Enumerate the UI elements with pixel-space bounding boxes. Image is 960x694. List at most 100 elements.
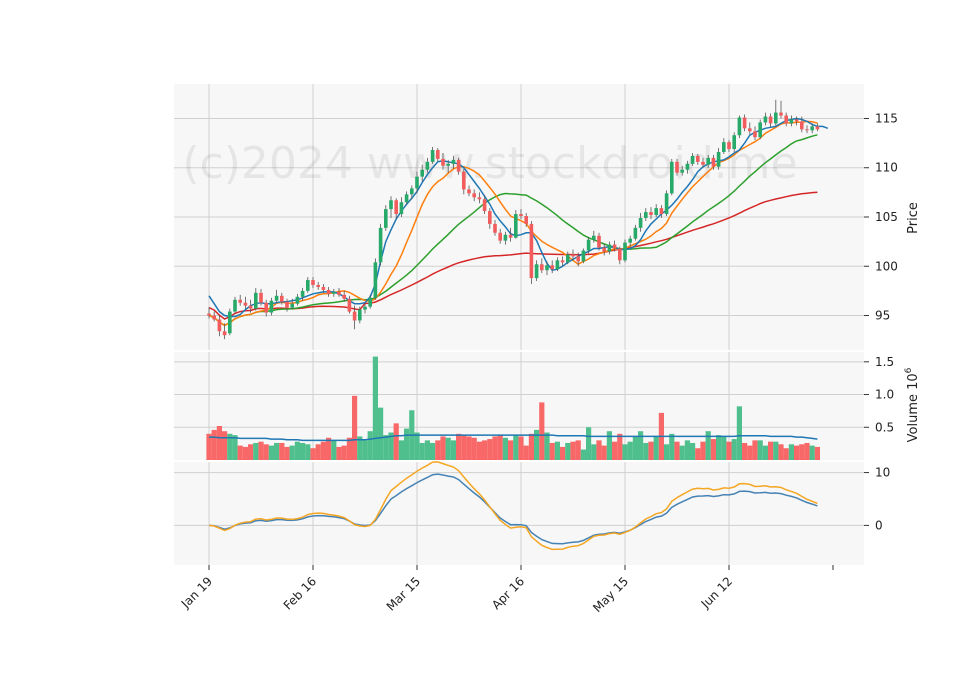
volume-bar (726, 441, 732, 460)
volume-bar (419, 442, 425, 460)
volume-bar (794, 445, 800, 460)
volume-bar (549, 442, 555, 460)
volume-bar (684, 440, 690, 460)
volume-bar (768, 441, 774, 460)
volume-bar (664, 444, 670, 460)
volume-bar (232, 435, 238, 460)
volume-bar (679, 445, 685, 460)
volume-bar (617, 433, 623, 460)
candle-body (488, 211, 492, 224)
candle-body (800, 121, 804, 130)
candle-body (815, 126, 820, 130)
volume-bar (627, 441, 633, 460)
volume-bar (430, 442, 436, 460)
volume-bar (757, 440, 763, 460)
volume-bar (372, 356, 378, 460)
volume-bar (268, 445, 274, 460)
candle-body (711, 157, 716, 167)
volume-bar (404, 428, 410, 460)
candle-body (493, 223, 497, 233)
volume-tick-label: 0.5 (875, 420, 894, 434)
candlestick (228, 308, 232, 336)
price-tick-label: 100 (875, 259, 898, 273)
candle-body (753, 131, 757, 138)
volume-bar (279, 442, 285, 460)
candle-body (618, 248, 622, 261)
candle-body (784, 115, 788, 124)
volume-bar (523, 445, 529, 460)
volume-bar (809, 445, 815, 460)
price-tick-label: 95 (875, 309, 890, 323)
volume-bar (471, 437, 477, 460)
volume-bar (502, 437, 508, 460)
volume-bar (601, 445, 607, 460)
candle-body (779, 112, 783, 116)
candle-body (566, 254, 570, 263)
candle-body (508, 234, 513, 238)
chart-canvas: (c)2024 www.stockdroid.me Jan 19 Feb 16 Ma… (174, 84, 921, 615)
volume-bar (242, 446, 248, 460)
candle-body (794, 119, 799, 122)
volume-tick-label: 1.5 (875, 355, 894, 369)
volume-bar (445, 437, 451, 460)
volume-bar (669, 433, 675, 460)
candle-body (384, 209, 388, 228)
volume-bar (565, 442, 571, 460)
volume-bar (352, 395, 358, 460)
volume-bar (731, 439, 737, 460)
candlestick (737, 115, 742, 139)
volume-bar (632, 436, 638, 460)
candle-body (540, 264, 544, 271)
volume-bar (378, 407, 384, 460)
volume-bar (690, 442, 696, 460)
volume-bar (736, 406, 742, 460)
candle-body (560, 260, 565, 263)
candle-body (316, 284, 320, 287)
volume-bar (783, 448, 789, 460)
volume-bar (554, 441, 560, 460)
price-axis-label: Price (906, 202, 921, 234)
volume-bar (586, 427, 592, 460)
volume-bar (450, 440, 456, 460)
candle-body (363, 306, 367, 310)
volume-bar (336, 446, 342, 460)
volume-bar (606, 431, 612, 460)
price-tick-label: 110 (875, 161, 898, 175)
volume-bar (747, 445, 753, 460)
volume-bar (721, 436, 727, 460)
candlestick (623, 239, 627, 263)
candle-body (306, 280, 310, 291)
volume-bar (294, 441, 300, 460)
candle-body (295, 296, 300, 304)
volume-bar (591, 444, 597, 460)
candle-body (649, 212, 653, 216)
volume-bar (716, 435, 722, 460)
candle-body (701, 161, 705, 165)
osc-tick-label: 0 (875, 518, 883, 532)
volume-bar (513, 435, 519, 460)
candle-body (633, 227, 638, 239)
candle-body (581, 250, 586, 262)
candle-body (311, 280, 315, 285)
candle-body (482, 199, 487, 212)
candle-body (321, 286, 326, 290)
volume-bar (612, 441, 618, 460)
volume-bar (341, 445, 347, 460)
candle-body (472, 193, 476, 198)
volume-bar (383, 435, 389, 460)
candle-body (716, 151, 721, 167)
candle-body (503, 234, 508, 241)
candle-body (727, 142, 731, 150)
x-tick-label: Jan 19 (178, 574, 215, 611)
candle-body (264, 302, 268, 313)
candle-body (430, 150, 435, 162)
candle-body (337, 291, 341, 295)
candle-body (467, 189, 471, 194)
candle-body (326, 289, 331, 294)
candle-body (519, 214, 523, 217)
candle-body (774, 112, 778, 124)
volume-bar (274, 442, 280, 460)
candle-body (737, 117, 742, 136)
candle-body (410, 188, 414, 195)
candle-body (238, 299, 242, 303)
